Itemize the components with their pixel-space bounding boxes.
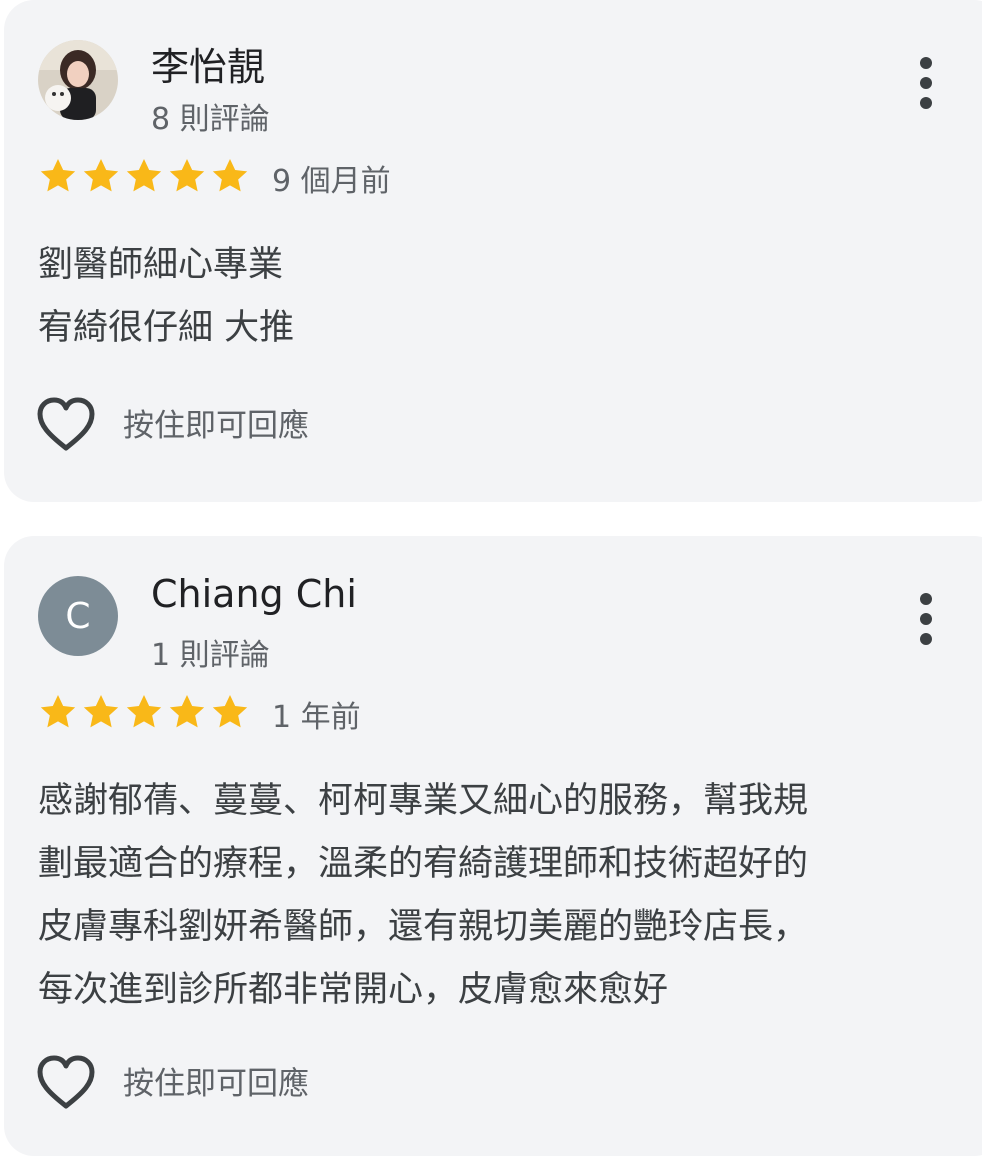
review-card[interactable]: C Chiang Chi 1 則評論 1 年前 感謝郁蒨、蔓蔓、柯柯專業又細心的… [4,536,982,1156]
reply-hint-text: 按住即可回應 [123,408,309,444]
user-photo-icon [38,40,118,120]
like-button[interactable] [34,1052,98,1112]
heart-outline-icon [37,397,95,451]
reply-hint-text: 按住即可回應 [123,1066,309,1102]
more-vert-icon [920,593,932,605]
reviewer-avatar[interactable] [38,40,118,120]
review-text: 劉醫師細心專業 宥綺很仔細 大推 [38,245,295,348]
more-vert-icon [920,57,932,69]
review-text: 感謝郁蒨、蔓蔓、柯柯專業又細心的服務，幫我規 劃最適合的療程，溫柔的宥綺護理師和… [38,781,809,1010]
star-icon [126,159,162,192]
like-button[interactable] [34,394,98,454]
review-card[interactable]: 李怡靚 8 則評論 9 個月前 劉醫師細心專業 宥綺很仔細 大推 按住即可回應 [4,0,982,502]
star-icon [212,159,248,192]
reviewer-review-count: 1 則評論 [151,638,270,673]
star-icon [126,695,162,728]
star-icon [83,695,119,728]
reviewer-name[interactable]: 李怡靚 [151,36,265,91]
more-options-button[interactable] [914,591,938,647]
star-icon [40,159,76,192]
heart-outline-icon [37,1055,95,1109]
star-icon [169,695,205,728]
more-options-button[interactable] [914,55,938,111]
reviewer-name[interactable]: Chiang Chi [151,572,357,616]
star-icon [40,695,76,728]
review-time: 1 年前 [272,700,361,735]
review-time: 9 個月前 [272,164,391,199]
star-icon [212,695,248,728]
reviewer-review-count: 8 則評論 [151,102,270,137]
star-rating [38,156,253,196]
reviewer-avatar[interactable]: C [38,576,118,656]
star-icon [169,159,205,192]
star-rating [38,692,253,732]
star-icon [83,159,119,192]
